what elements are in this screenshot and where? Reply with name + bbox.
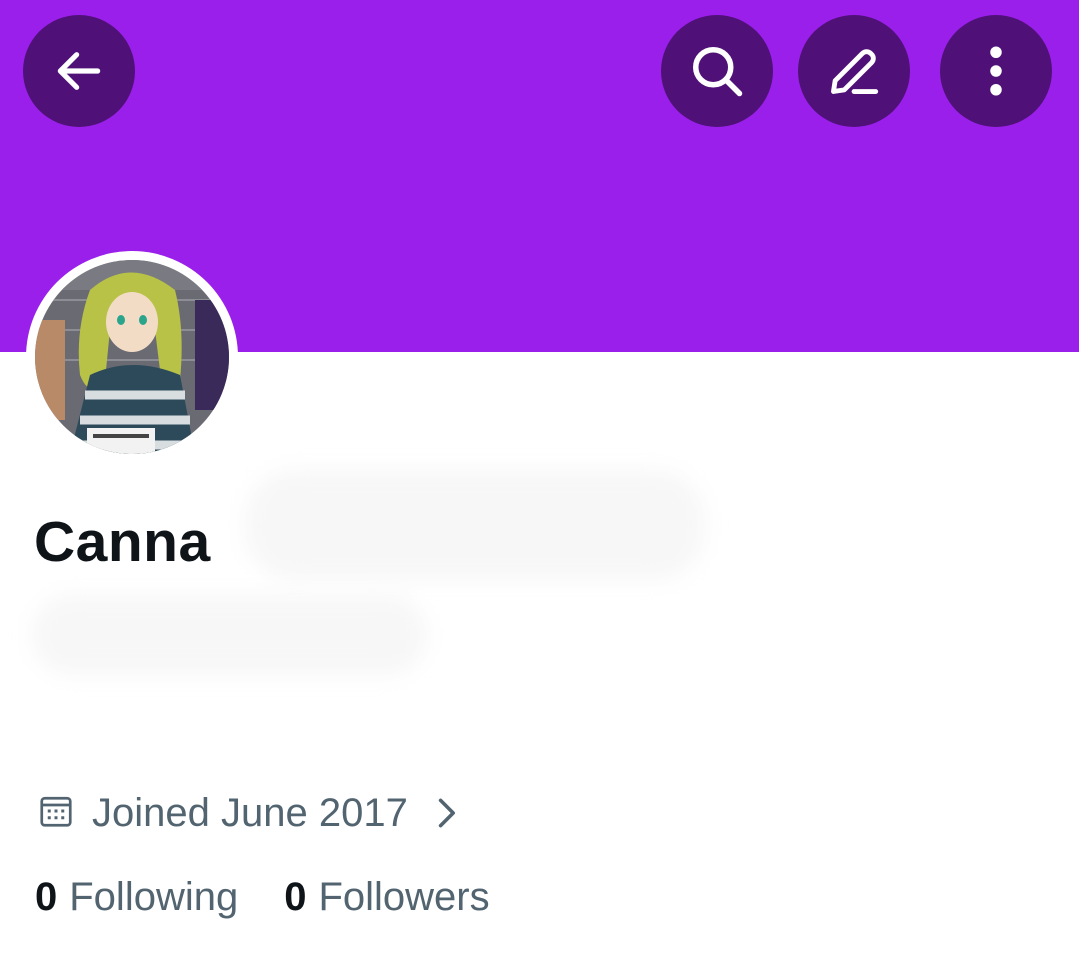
chevron-right-icon xyxy=(434,795,458,831)
pencil-icon xyxy=(825,42,883,100)
more-options-button[interactable] xyxy=(940,15,1052,127)
display-name: Canna xyxy=(34,510,211,574)
followers-link[interactable]: 0 Followers xyxy=(284,877,489,917)
edit-button[interactable] xyxy=(798,15,910,127)
search-icon xyxy=(687,41,747,101)
redacted-area xyxy=(245,470,705,580)
joined-date: Joined June 2017 xyxy=(92,791,408,835)
following-count: 0 xyxy=(35,875,58,919)
profile-page: Canna Joined June 2017 0 Following 0 Fol… xyxy=(0,0,1079,957)
search-button[interactable] xyxy=(661,15,773,127)
joined-date-row[interactable]: Joined June 2017 xyxy=(38,788,458,838)
back-button[interactable] xyxy=(23,15,135,127)
followers-count: 0 xyxy=(284,875,307,919)
more-vertical-icon xyxy=(976,41,1016,101)
avatar[interactable] xyxy=(26,251,238,463)
avatar-image xyxy=(35,260,229,454)
following-link[interactable]: 0 Following xyxy=(35,877,238,917)
follow-stats: 0 Following 0 Followers xyxy=(35,877,490,917)
arrow-left-icon xyxy=(51,43,107,99)
calendar-icon xyxy=(38,793,74,834)
redacted-area xyxy=(32,595,427,675)
following-label: Following xyxy=(69,875,239,919)
followers-label: Followers xyxy=(318,875,490,919)
